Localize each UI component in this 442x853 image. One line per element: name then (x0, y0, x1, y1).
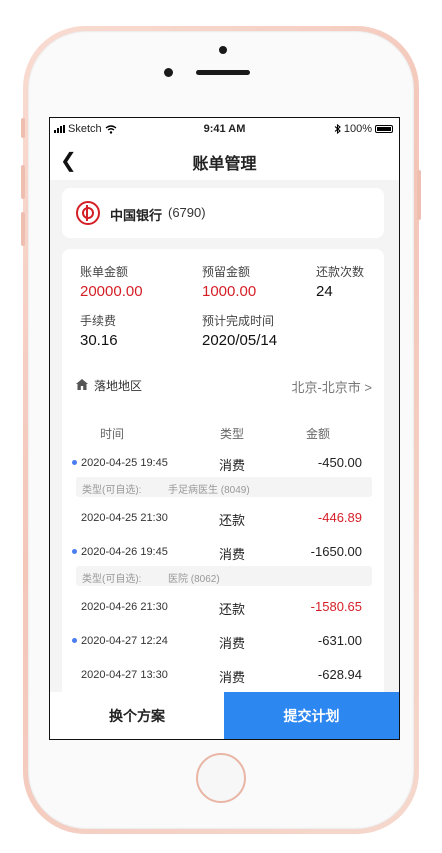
finish-time-label: 预计完成时间 (202, 314, 275, 328)
fee-value: 30.16 (80, 332, 118, 349)
table-row[interactable]: 2020-04-25 21:30 还款 -446.89 (62, 507, 384, 531)
power-button (417, 170, 421, 220)
bank-logo-icon (76, 201, 100, 225)
finish-time-value: 2020/05/14 (202, 332, 278, 349)
row-date: 2020-04-27 12:24 (81, 635, 168, 647)
bill-amount-field: 账单金额 20000.00 (80, 263, 143, 300)
bill-amount-value: 20000.00 (80, 283, 143, 300)
bill-amount-label: 账单金额 (80, 265, 129, 279)
row-amount: -631.00 (317, 633, 362, 648)
region-label: 落地地区 (94, 379, 143, 393)
tag-value: 手足病医生 (8049) (168, 485, 250, 496)
bill-detail-card: 账单金额 20000.00 预留金额 1000.00 还款次数 24 手续费 3… (62, 249, 384, 739)
row-type: 还款 (219, 602, 246, 617)
header-time: 时间 (100, 427, 125, 441)
merchant-tag[interactable]: 类型(可自选): 医院 (8062) (76, 566, 372, 586)
merchant-tag[interactable]: 类型(可自选): 手足病医生 (8049) (76, 477, 372, 497)
table-row[interactable]: 2020-04-27 12:24 消费 -631.00 (62, 630, 384, 654)
row-date: 2020-04-26 19:45 (81, 546, 168, 558)
volume-up-button (21, 165, 25, 199)
home-button[interactable] (196, 753, 246, 803)
header-type: 类型 (220, 427, 245, 441)
bank-card-tail: (6790) (168, 205, 206, 220)
table-row[interactable]: 2020-04-25 19:45 消费 -450.00 (62, 452, 384, 476)
table-row[interactable]: 2020-04-27 13:30 消费 -628.94 (62, 664, 384, 688)
bluetooth-icon (334, 124, 341, 134)
reserved-amount-field: 预留金额 1000.00 (202, 263, 256, 300)
row-date: 2020-04-25 19:45 (81, 457, 168, 469)
tag-key: 类型(可自选): (82, 485, 142, 496)
change-plan-button[interactable]: 换个方案 (50, 692, 224, 739)
fee-label: 手续费 (80, 314, 117, 328)
consume-dot-icon (72, 460, 77, 465)
row-date: 2020-04-25 21:30 (81, 512, 168, 524)
fee-field: 手续费 30.16 (80, 312, 118, 349)
row-date: 2020-04-26 21:30 (81, 601, 168, 613)
row-amount: -1580.65 (310, 599, 362, 614)
row-amount: -1650.00 (310, 544, 362, 559)
region-row[interactable]: 落地地区 北京-北京市 > (62, 366, 384, 402)
row-type: 消费 (219, 670, 246, 685)
tag-key: 类型(可自选): (82, 574, 142, 585)
reserved-amount-label: 预留金额 (202, 265, 251, 279)
home-icon (76, 379, 88, 390)
volume-down-button (21, 212, 25, 246)
proximity-sensor (164, 68, 173, 77)
region-value: 北京-北京市 > (291, 380, 372, 395)
header-amount: 金额 (306, 427, 331, 441)
repay-times-value: 24 (316, 283, 333, 300)
bank-card[interactable]: 中国银行 (6790) (62, 188, 384, 238)
row-type: 消费 (219, 458, 246, 473)
battery-percent: 100% (343, 123, 372, 135)
page-title: 账单管理 (192, 156, 257, 173)
row-type: 消费 (219, 547, 246, 562)
app-screen: Sketch 9:41 AM 100% ❮ 账单管理 中国银行 (6790) 账… (49, 117, 400, 740)
row-type: 消费 (219, 636, 246, 651)
reserved-amount-value: 1000.00 (202, 283, 257, 300)
row-amount: -450.00 (317, 455, 362, 470)
row-date: 2020-04-27 13:30 (81, 669, 168, 681)
nav-bar: ❮ 账单管理 (50, 140, 399, 180)
battery-icon (375, 125, 393, 133)
submit-plan-button[interactable]: 提交计划 (224, 692, 399, 739)
row-amount: -446.89 (317, 510, 362, 525)
earpiece-speaker (196, 70, 250, 75)
row-amount: -628.94 (317, 667, 362, 682)
consume-dot-icon (72, 549, 77, 554)
table-row[interactable]: 2020-04-26 21:30 还款 -1580.65 (62, 596, 384, 620)
consume-dot-icon (72, 638, 77, 643)
table-header: 时间 类型 金额 (62, 422, 384, 442)
tag-value: 医院 (8062) (168, 574, 220, 585)
bank-name: 中国银行 (110, 208, 163, 223)
repay-times-label: 还款次数 (316, 265, 365, 279)
mute-switch (21, 118, 25, 138)
status-bar: Sketch 9:41 AM 100% (50, 118, 399, 140)
bottom-action-bar: 换个方案 提交计划 (50, 692, 399, 739)
finish-time-field: 预计完成时间 2020/05/14 (202, 312, 277, 349)
table-row[interactable]: 2020-04-26 19:45 消费 -1650.00 (62, 541, 384, 565)
repay-times-field: 还款次数 24 (316, 263, 364, 300)
row-type: 还款 (219, 513, 246, 528)
front-camera (219, 46, 227, 54)
